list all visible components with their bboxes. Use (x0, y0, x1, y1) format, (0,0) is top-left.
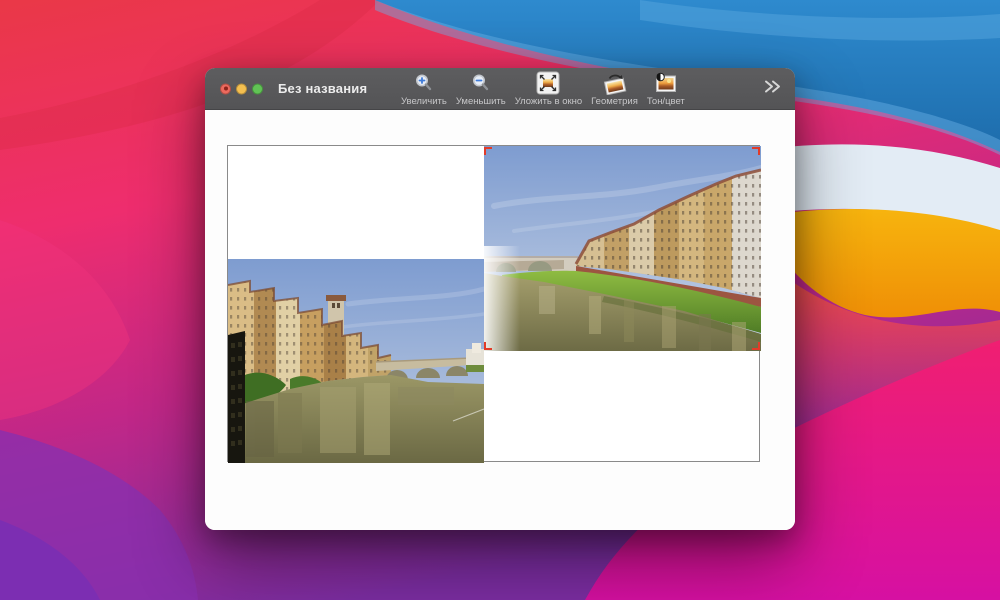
fit-to-window-icon (536, 71, 560, 95)
minimize-button[interactable] (236, 83, 247, 94)
toolbar-item-zoom-in[interactable]: Увеличить (401, 71, 447, 107)
photo-fragment-top-right (484, 146, 761, 351)
toolbar-item-label: Уложить в окно (515, 96, 582, 107)
double-chevron-right-icon (763, 78, 781, 94)
selection-corner-marker-bottom-right (752, 342, 760, 350)
app-window: Без названия Увеличить (205, 68, 795, 530)
unsaved-changes-dot (224, 87, 228, 91)
tone-color-icon (654, 71, 678, 95)
toolbar-item-zoom-out[interactable]: Уменьшить (456, 71, 506, 107)
document-content-area (205, 110, 795, 530)
traffic-lights (220, 83, 263, 94)
selection-corner-marker-top-left (484, 147, 492, 155)
toolbar-overflow-button[interactable] (763, 78, 781, 99)
magnifier-plus-icon (414, 71, 434, 95)
selection-corner-marker-bottom-left (484, 342, 492, 350)
magnifier-minus-icon (471, 71, 491, 95)
window-title: Без названия (278, 68, 367, 109)
close-button[interactable] (220, 83, 231, 94)
toolbar: Увеличить Уменьшить (401, 71, 685, 107)
zoom-window-button[interactable] (252, 83, 263, 94)
toolbar-item-tone-color[interactable]: Тон/цвет (647, 71, 685, 107)
toolbar-item-label: Увеличить (401, 96, 447, 107)
toolbar-item-label: Тон/цвет (647, 96, 685, 107)
selection-corner-marker-top-right (752, 147, 760, 155)
image-canvas[interactable] (227, 145, 760, 462)
toolbar-item-fit-to-window[interactable]: Уложить в окно (515, 71, 582, 107)
toolbar-item-geometry[interactable]: Геометрия (591, 71, 638, 107)
window-titlebar[interactable]: Без названия Увеличить (205, 68, 795, 110)
photo-fragment-bottom-left (228, 259, 484, 463)
toolbar-item-label: Геометрия (591, 96, 638, 107)
toolbar-item-label: Уменьшить (456, 96, 506, 107)
rotate-photo-icon (602, 71, 628, 95)
desktop: Без названия Увеличить (0, 0, 1000, 600)
